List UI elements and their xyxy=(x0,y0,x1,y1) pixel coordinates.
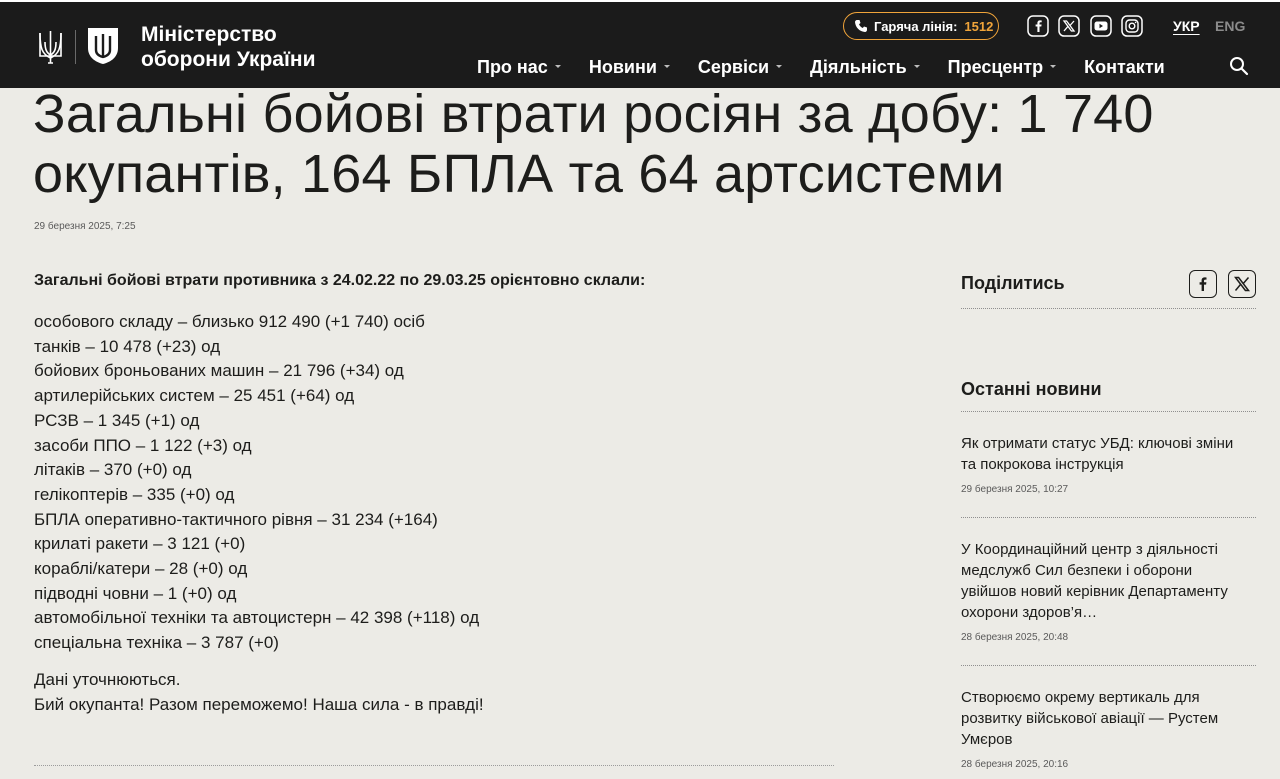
share-x-button[interactable] xyxy=(1228,270,1256,298)
list-item: танків – 10 478 (+23) од xyxy=(34,336,221,356)
nav-item-news[interactable]: Новини xyxy=(589,57,670,78)
phone-icon xyxy=(855,20,867,32)
lang-ukr-link[interactable]: УКР xyxy=(1173,18,1200,34)
trident-icon[interactable] xyxy=(37,28,64,66)
article-title: Загальні бойові втрати росіян за добу: 1… xyxy=(33,84,1154,204)
caret-down-icon xyxy=(913,64,920,68)
facebook-icon xyxy=(1199,277,1207,291)
caret-down-icon xyxy=(663,64,670,68)
list-item: спеціальна техніка – 3 787 (+0) xyxy=(34,633,279,653)
news-date: 28 березня 2025, 20:48 xyxy=(961,632,1069,643)
article-notes: Дані уточнюються. Бий окупанта! Разом пе… xyxy=(34,667,484,717)
caret-down-icon xyxy=(776,64,783,68)
news-item[interactable]: Як отримати статус УБД: ключові зміни та… xyxy=(961,433,1251,495)
news-item[interactable]: У Координаційний центр з діяльності медс… xyxy=(961,539,1251,643)
list-item: кораблі/катери – 28 (+0) од xyxy=(34,559,248,579)
x-icon[interactable] xyxy=(1058,15,1080,37)
nav-item-press-center[interactable]: Пресцентр xyxy=(947,56,1057,78)
brand-line-2: оборони України xyxy=(141,48,316,71)
search-icon[interactable] xyxy=(1229,56,1249,76)
site-header: Міністерство оборони України Гаряча ліні… xyxy=(0,0,1280,88)
youtube-icon[interactable] xyxy=(1090,15,1112,37)
sidebar-divider xyxy=(961,308,1256,309)
caret-down-icon xyxy=(554,64,561,68)
note-update: Дані уточнюються. xyxy=(34,670,181,689)
latest-news-title: Останні новини xyxy=(961,379,1102,399)
share-title: Поділитись xyxy=(961,273,1065,293)
list-item: засоби ППО – 1 122 (+3) од xyxy=(34,435,252,455)
sidebar-divider xyxy=(961,665,1256,666)
news-date: 28 березня 2025, 20:16 xyxy=(961,759,1069,770)
list-item: автомобільної техніки та автоцистерн – 4… xyxy=(34,608,480,628)
brand-line-1: Міністерство xyxy=(141,23,277,46)
list-item: артилерійських систем – 25 451 (+64) од xyxy=(34,386,355,406)
article-lead: Загальні бойові втрати противника з 24.0… xyxy=(34,272,646,289)
news-title[interactable]: Створюємо окрему вертикаль для розвитку … xyxy=(961,687,1251,750)
instagram-icon[interactable] xyxy=(1121,15,1143,37)
lang-eng-link[interactable]: ENG xyxy=(1215,18,1245,34)
list-item: бойових броньованих машин – 21 796 (+34)… xyxy=(34,361,404,381)
nav-label: Новини xyxy=(588,56,657,77)
nav-item-contacts[interactable]: Контакти xyxy=(1084,57,1165,78)
x-icon xyxy=(1233,276,1251,292)
nav-label: Пресцентр xyxy=(947,56,1044,77)
news-title[interactable]: Як отримати статус УБД: ключові зміни та… xyxy=(961,433,1251,475)
list-item: РСЗВ – 1 345 (+1) од xyxy=(34,410,200,430)
hotline-number: 1512 xyxy=(964,18,994,34)
list-item: гелікоптерів – 335 (+0) од xyxy=(34,484,235,504)
sidebar-divider xyxy=(961,517,1256,518)
nav-item-services[interactable]: Сервіси xyxy=(697,56,783,78)
shield-logo-icon[interactable] xyxy=(86,26,120,66)
list-item: особового складу – близько 912 490 (+1 7… xyxy=(34,312,425,331)
note-slogan: Бий окупанта! Разом переможемо! Наша сил… xyxy=(34,695,484,714)
facebook-icon[interactable] xyxy=(1027,15,1049,37)
list-item: підводні човни – 1 (+0) од xyxy=(34,583,237,603)
nav-label: Контакти xyxy=(1084,56,1165,77)
nav-label: Сервіси xyxy=(697,56,770,77)
logo-divider xyxy=(75,30,76,64)
news-item[interactable]: Створюємо окрему вертикаль для розвитку … xyxy=(961,687,1251,770)
list-item: БПЛА оперативно-тактичного рівня – 31 23… xyxy=(34,509,438,529)
hotline-button[interactable]: Гаряча лінія: 1512 xyxy=(843,12,999,40)
losses-list: особового складу – близько 912 490 (+1 7… xyxy=(34,310,479,656)
list-item: крилаті ракети – 3 121 (+0) xyxy=(34,534,246,554)
sidebar-divider xyxy=(961,411,1256,412)
nav-item-activity[interactable]: Діяльність xyxy=(810,57,920,78)
hotline-label: Гаряча лінія: xyxy=(874,18,958,34)
list-item: літаків – 370 (+0) од xyxy=(34,460,192,480)
nav-label: Діяльність xyxy=(810,56,907,77)
brand-title[interactable]: Міністерство оборони України xyxy=(141,22,316,72)
caret-down-icon xyxy=(1050,64,1057,68)
article-date: 29 березня 2025, 7:25 xyxy=(34,221,136,232)
news-title[interactable]: У Координаційний центр з діяльності медс… xyxy=(961,539,1251,623)
nav-item-about[interactable]: Про нас xyxy=(477,57,561,78)
article-divider xyxy=(34,765,834,766)
main-nav: Про нас Новини Сервіси Діяльність Пресце… xyxy=(477,54,1193,80)
share-facebook-button[interactable] xyxy=(1189,270,1217,298)
news-date: 29 березня 2025, 10:27 xyxy=(961,484,1069,495)
nav-label: Про нас xyxy=(477,56,548,77)
